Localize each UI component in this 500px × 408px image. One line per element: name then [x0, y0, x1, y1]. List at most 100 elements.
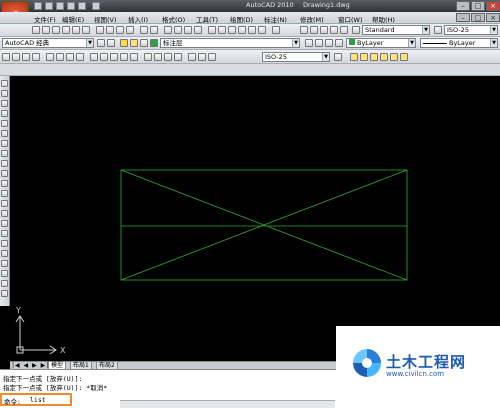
line-icon[interactable] [1, 80, 8, 87]
properties-icon[interactable] [208, 26, 216, 34]
menu-draw[interactable]: 绘图(D) [230, 14, 253, 24]
tolerance-icon[interactable] [144, 53, 152, 61]
layer-states-icon[interactable] [325, 39, 333, 47]
circle-icon[interactable] [1, 140, 8, 147]
attribute-icon[interactable] [320, 26, 328, 34]
center-mark-icon[interactable] [154, 53, 162, 61]
table-draw-icon[interactable] [1, 250, 8, 257]
ordinate-dim-icon[interactable] [32, 53, 40, 61]
new-icon[interactable] [34, 2, 42, 10]
menu-dimension[interactable]: 标注(N) [264, 14, 287, 24]
workspace-select[interactable]: AutoCAD 经典 ▼ [2, 38, 94, 48]
maximize-icon[interactable]: □ [471, 1, 485, 11]
workspace-settings-icon[interactable] [97, 39, 105, 47]
paste-icon[interactable] [116, 26, 124, 34]
lock-icon[interactable] [140, 39, 148, 47]
menu-file[interactable]: 文件(F) [34, 14, 56, 24]
menu-format[interactable]: 格式(O) [162, 14, 185, 24]
gradient-icon[interactable] [1, 230, 8, 237]
open-icon[interactable] [45, 2, 53, 10]
markup-icon[interactable] [248, 26, 256, 34]
cut-icon[interactable] [96, 26, 104, 34]
save-icon[interactable] [56, 2, 64, 10]
dim-text-edit-icon[interactable] [198, 53, 206, 61]
sheet-set-icon[interactable] [238, 26, 246, 34]
mleader-icon[interactable] [350, 53, 358, 61]
jogged-linear-icon[interactable] [174, 53, 182, 61]
construction-line-icon[interactable] [1, 90, 8, 97]
zoom-previous-icon[interactable] [194, 26, 202, 34]
multiline-text-icon[interactable] [1, 260, 8, 267]
linetype-select[interactable]: ByLayer ▼ [420, 38, 498, 48]
dim-style-select[interactable]: ISO-25 ▼ [444, 25, 498, 35]
polyline-icon[interactable] [1, 100, 8, 107]
print-icon[interactable] [92, 2, 100, 10]
doc-minimize-icon[interactable]: – [456, 13, 470, 22]
baseline-dim-icon[interactable] [100, 53, 108, 61]
pan-icon[interactable] [164, 26, 172, 34]
text-style-select[interactable]: Standard ▼ [362, 25, 430, 35]
qnew-icon[interactable] [32, 26, 40, 34]
doc-close-icon[interactable]: × [486, 13, 500, 22]
close-icon[interactable]: × [486, 1, 500, 11]
remove-leader-icon[interactable] [370, 53, 378, 61]
mleader-style-icon[interactable] [400, 53, 408, 61]
dim-update-icon[interactable] [208, 53, 216, 61]
text-icon[interactable] [1, 280, 8, 287]
layer-previous-icon[interactable] [315, 39, 323, 47]
add-leader-icon[interactable] [360, 53, 368, 61]
insert-block-icon[interactable] [1, 190, 8, 197]
arc-length-icon[interactable] [22, 53, 30, 61]
undo-icon[interactable] [67, 2, 75, 10]
region-icon[interactable] [1, 240, 8, 247]
hatch-icon[interactable] [1, 220, 8, 227]
menu-view[interactable]: 视图(V) [94, 14, 117, 24]
layer-color-icon[interactable] [150, 39, 158, 47]
dim-break-icon[interactable] [130, 53, 138, 61]
radius-dim-icon[interactable] [46, 53, 54, 61]
qsave-icon[interactable] [52, 26, 60, 34]
drawing-canvas[interactable]: Y X [10, 76, 500, 361]
add-selected-icon[interactable] [1, 270, 8, 277]
minimize-icon[interactable]: – [456, 1, 470, 11]
undo-toolbar-icon[interactable] [140, 26, 148, 34]
publish-icon[interactable] [82, 26, 90, 34]
preview-icon[interactable] [72, 26, 80, 34]
layer-properties-icon[interactable] [107, 39, 115, 47]
menu-insert[interactable]: 插入(I) [128, 14, 148, 24]
menu-modify[interactable]: 修改(M) [300, 14, 324, 24]
redo-icon[interactable] [78, 2, 86, 10]
help-icon[interactable] [272, 26, 280, 34]
copy-icon[interactable] [106, 26, 114, 34]
dim-edit-icon[interactable] [188, 53, 196, 61]
doc-restore-icon[interactable]: □ [471, 13, 485, 22]
jogged-dim-icon[interactable] [56, 53, 64, 61]
style-icon[interactable] [300, 26, 308, 34]
angular-dim-icon[interactable] [76, 53, 84, 61]
align-leader-icon[interactable] [380, 53, 388, 61]
inspection-icon[interactable] [164, 53, 172, 61]
text-style-icon[interactable] [352, 26, 360, 34]
diameter-dim-icon[interactable] [66, 53, 74, 61]
tool-palettes-icon[interactable] [228, 26, 236, 34]
qopen-icon[interactable] [42, 26, 50, 34]
redo-toolbar-icon[interactable] [150, 26, 158, 34]
dim-style-icon[interactable] [434, 26, 442, 34]
zoom-realtime-icon[interactable] [174, 26, 182, 34]
table-icon[interactable] [330, 26, 338, 34]
menu-tools[interactable]: 工具(T) [196, 14, 218, 24]
collect-leader-icon[interactable] [390, 53, 398, 61]
polygon-icon[interactable] [1, 110, 8, 117]
plot-icon[interactable] [62, 26, 70, 34]
wipeout-icon[interactable] [1, 290, 8, 297]
quick-dim-icon[interactable] [90, 53, 98, 61]
mtext-icon[interactable] [340, 26, 348, 34]
ellipse-arc-icon[interactable] [1, 180, 8, 187]
quickcalc-icon[interactable] [258, 26, 266, 34]
layer-isolate-icon[interactable] [335, 39, 343, 47]
rectangle-icon[interactable] [1, 120, 8, 127]
sun-icon[interactable] [130, 39, 138, 47]
horizontal-scrollbar[interactable] [120, 400, 335, 408]
command-input[interactable]: 命令: list [0, 393, 72, 406]
dim-style-manager-icon[interactable] [334, 53, 342, 61]
